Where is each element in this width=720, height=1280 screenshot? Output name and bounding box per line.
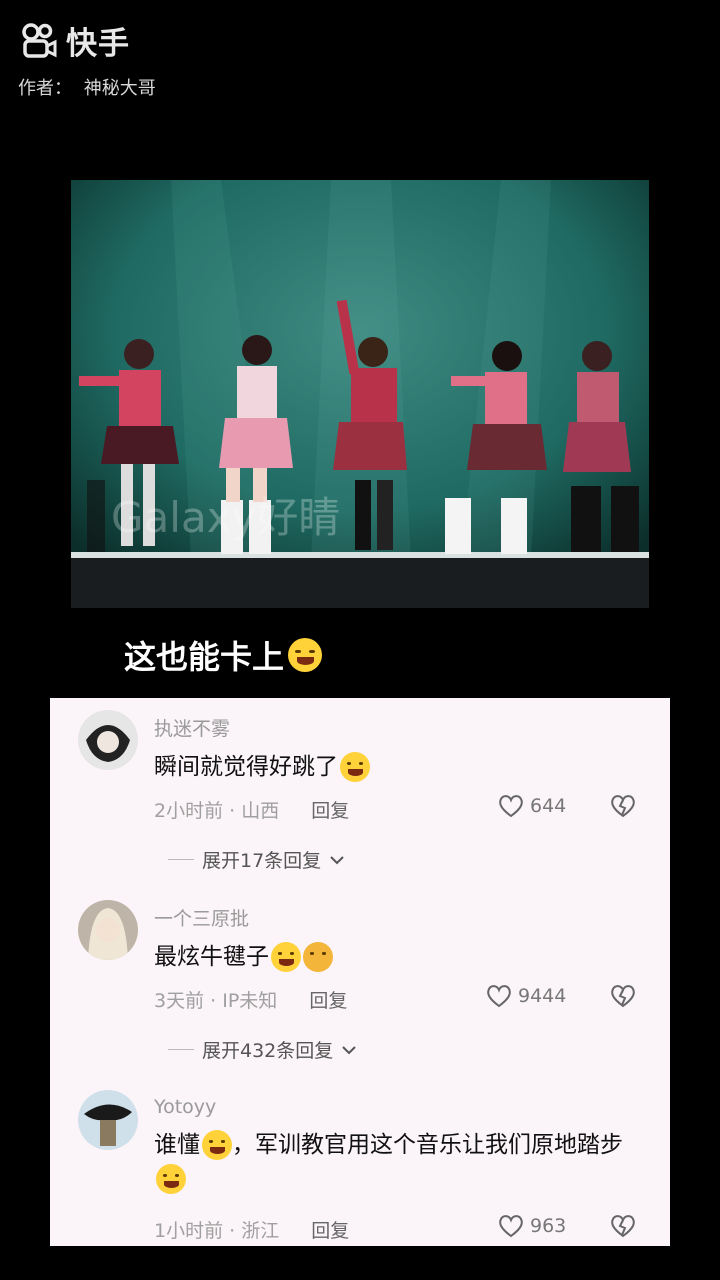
avatar-image (78, 710, 138, 770)
rofl-emoji-icon (271, 942, 301, 972)
comment-meta: 2小时前 · 山西 回复 (154, 800, 350, 822)
heart-icon (499, 1215, 523, 1238)
app-brand: 快手 (20, 18, 130, 63)
expand-replies[interactable]: 展开17条回复 (168, 846, 345, 873)
laughing-emoji-icon (288, 638, 323, 672)
avatar-image (78, 900, 138, 960)
comment-username[interactable]: 一个三原批 (154, 904, 249, 931)
reply-button[interactable]: 回复 (309, 990, 347, 1012)
kuaishou-logo-icon (22, 22, 57, 58)
like-button[interactable]: 9444 (486, 984, 566, 1008)
comment-username[interactable]: Yotoyy (154, 1096, 216, 1118)
like-button[interactable]: 963 (498, 1214, 566, 1238)
comment-username[interactable]: 执迷不雾 (154, 714, 230, 741)
video-player[interactable]: Galaxy好睛 (71, 180, 649, 608)
comment-panel[interactable]: 执迷不雾 瞬间就觉得好跳了 2小时前 · 山西 回复 644 展开17条回复 一… (50, 698, 670, 1246)
comment-time: 1小时前 (154, 1220, 224, 1242)
heart-icon (499, 795, 523, 818)
avatar[interactable] (78, 1090, 138, 1150)
broken-heart-icon[interactable] (610, 1214, 636, 1238)
avatar[interactable] (78, 710, 138, 770)
comment-text: 最炫牛毽子 (154, 938, 333, 976)
grin-emoji-icon (202, 1130, 232, 1160)
video-caption: 这也能卡上 (124, 632, 323, 678)
avatar-image (78, 1090, 138, 1150)
like-count: 644 (530, 795, 567, 817)
expand-replies[interactable]: 展开432条回复 (168, 1036, 357, 1063)
broken-heart-icon[interactable] (610, 794, 636, 818)
stage-scene: Galaxy好睛 (71, 180, 649, 608)
comment-location: IP未知 (222, 990, 278, 1012)
comment-text-part1: 谁懂 (154, 1132, 200, 1158)
caption-text: 这也能卡上 (124, 638, 285, 676)
heart-icon (487, 985, 511, 1008)
app-name: 快手 (66, 26, 130, 62)
comment-text: 瞬间就觉得好跳了 (154, 748, 370, 786)
expand-replies-label: 展开432条回复 (202, 1040, 334, 1062)
expand-replies-label: 展开17条回复 (202, 850, 322, 872)
comment-location: 山西 (241, 800, 280, 822)
author-label: 作者： (18, 78, 72, 99)
comment-meta: 3天前 · IP未知 回复 (154, 990, 348, 1012)
like-button[interactable]: 644 (498, 794, 566, 818)
like-count: 963 (530, 1215, 567, 1237)
reply-button[interactable]: 回复 (311, 1220, 349, 1242)
reply-button[interactable]: 回复 (311, 800, 349, 822)
comment-text: 谁懂 ，军训教官用这个音乐让我们原地 踏步 (154, 1126, 654, 1194)
author-line: 作者： 神秘大哥 (18, 74, 156, 100)
comment-text-part3: 踏步 (577, 1132, 623, 1158)
author-name: 神秘大哥 (83, 78, 156, 99)
comment-text-part2: ，军训教官用这个音乐让我们原地 (232, 1132, 577, 1158)
comment-text-content: 最炫牛毽子 (154, 944, 269, 970)
chevron-down-icon (330, 855, 344, 864)
video-watermark: Galaxy好睛 (111, 493, 340, 542)
grin-emoji-icon (156, 1164, 186, 1194)
comment-time: 2小时前 (154, 800, 224, 822)
comment-time: 3天前 (154, 990, 205, 1012)
comment-meta: 1小时前 · 浙江 回复 (154, 1220, 350, 1242)
broken-heart-icon[interactable] (610, 984, 636, 1008)
ok-hand-emoji-icon (303, 942, 333, 972)
comment-location: 浙江 (241, 1220, 280, 1242)
chevron-down-icon (342, 1045, 356, 1054)
comment-text-content: 瞬间就觉得好跳了 (154, 754, 338, 780)
avatar[interactable] (78, 900, 138, 960)
like-count: 9444 (518, 985, 567, 1007)
smile-emoji-icon (340, 752, 370, 782)
